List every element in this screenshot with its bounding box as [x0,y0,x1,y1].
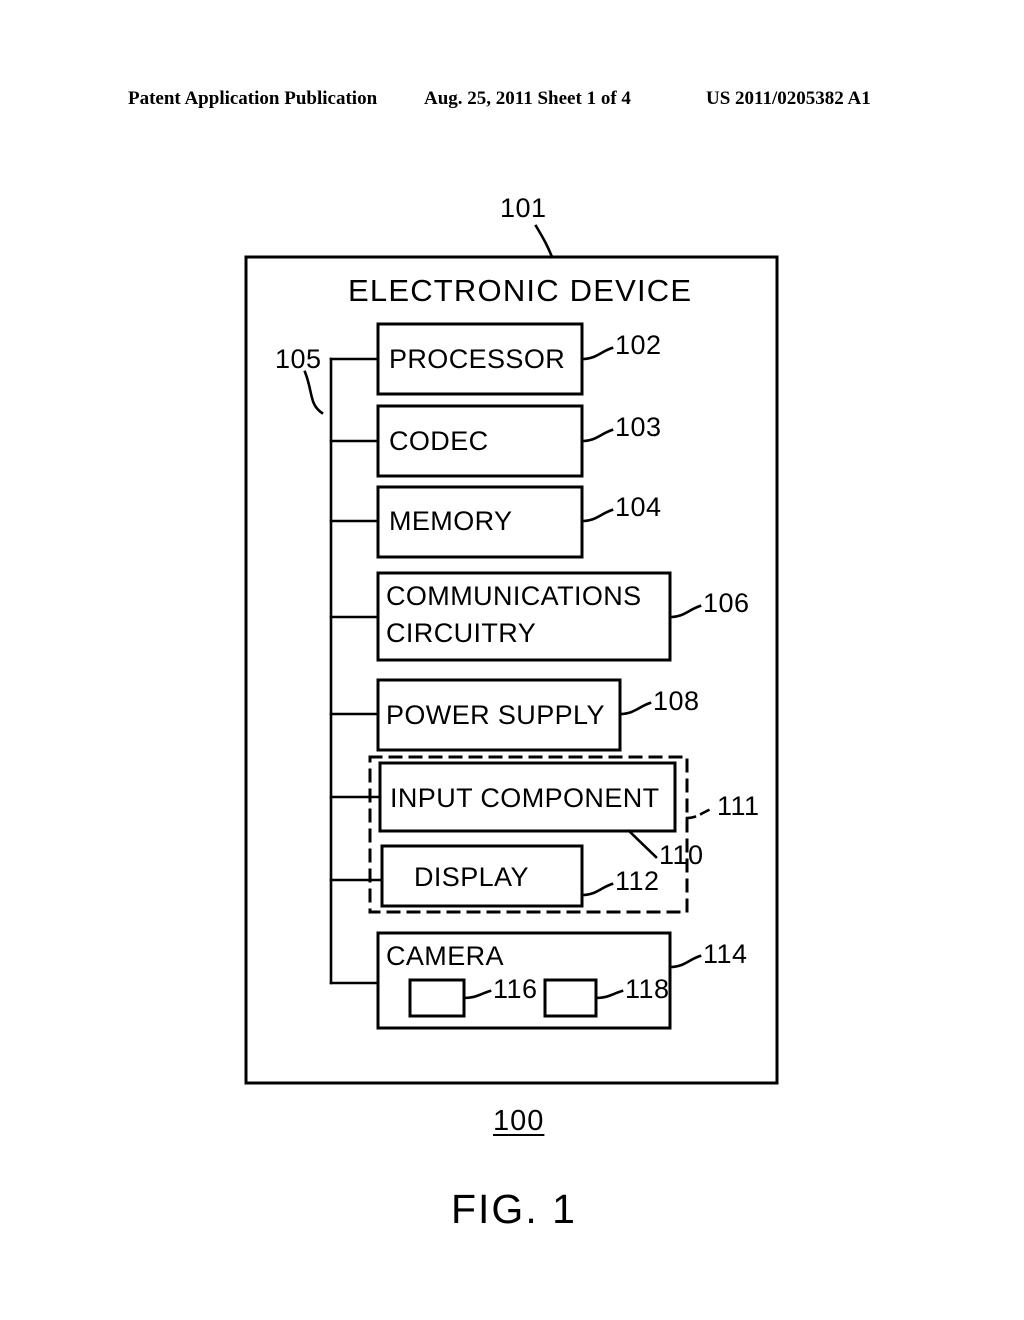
leader-108 [618,701,652,716]
ref-number-101: 101 [500,193,547,223]
electronic-device-enclosure [244,255,779,1085]
communications-circuitry-label-line1: COMMUNICATIONS [386,581,642,611]
power-supply-label: POWER SUPPLY [386,700,605,730]
ref-number-102: 102 [615,330,662,360]
leader-111 [685,806,716,820]
ref-number-105: 105 [275,344,322,374]
ref-number-104: 104 [615,492,662,522]
ref-number-114: 114 [703,939,748,969]
leader-103 [580,428,614,443]
leader-102 [580,346,614,361]
ref-number-106: 106 [703,588,750,618]
leader-112 [580,882,614,897]
leader-104 [580,508,614,523]
codec-label: CODEC [389,426,489,456]
display-label: DISPLAY [414,862,529,892]
leader-114 [668,954,702,969]
camera-label: CAMERA [386,941,504,971]
leader-101 [534,224,554,259]
leader-118 [594,989,624,1000]
memory-label: MEMORY [389,506,513,536]
ref-number-108: 108 [653,686,700,716]
ref-number-112: 112 [615,866,660,896]
leader-105 [303,370,324,415]
camera-subpart-118-box [543,978,598,1018]
ref-number-110: 110 [659,840,704,870]
leader-116 [462,989,492,1000]
ref-number-116: 116 [493,974,538,1004]
ref-number-111: 111 [717,791,760,821]
ref-number-118: 118 [625,974,670,1004]
ref-number-103: 103 [615,412,662,442]
leader-106 [668,604,702,619]
camera-subpart-116-box [408,978,466,1018]
input-component-label: INPUT COMPONENT [390,783,660,813]
figure-number: 100 [493,1105,545,1137]
communications-circuitry-label-line2: CIRCUITRY [386,618,537,648]
processor-label: PROCESSOR [389,344,566,374]
leader-110 [627,829,658,859]
electronic-device-title: ELECTRONIC DEVICE [348,273,693,308]
figure-caption: FIG. 1 [451,1186,577,1232]
